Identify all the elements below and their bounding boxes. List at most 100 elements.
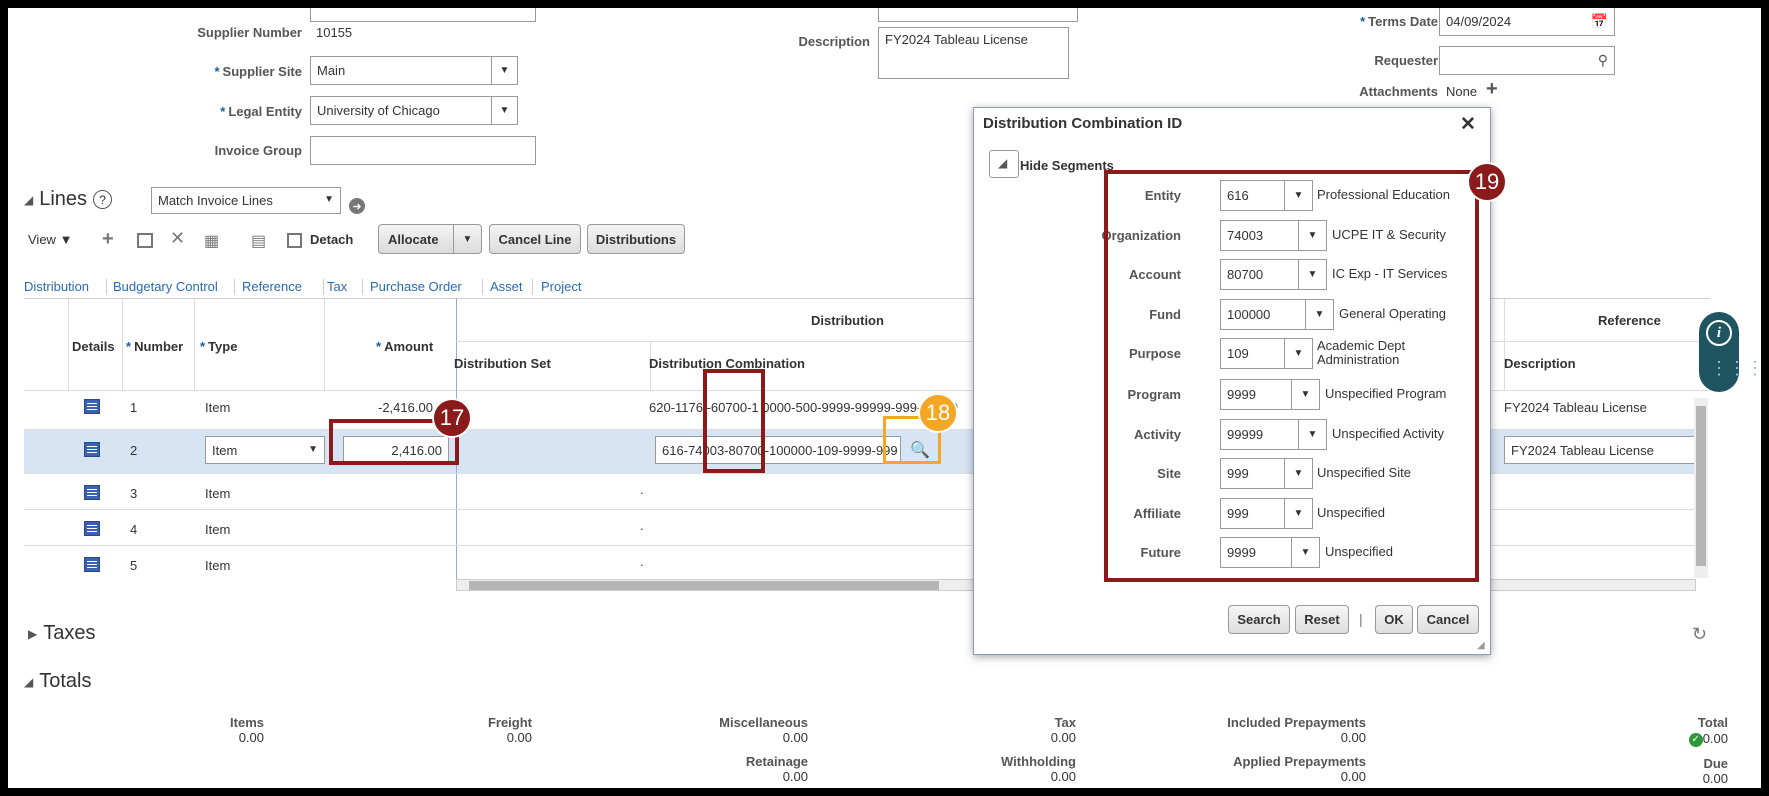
tab-divider (106, 279, 107, 295)
supplier-field-partial[interactable] (310, 8, 536, 22)
invoice-page: Supplier Number 10155 * Supplier Site Mai… (8, 8, 1761, 788)
info-icon[interactable]: i (1706, 320, 1732, 346)
applied-prepayments-label: Applied Prepayments (1233, 754, 1366, 769)
supplier-site-select[interactable]: Main ▼ (310, 56, 518, 85)
applied-prepayments-value: 0.00 (1340, 769, 1366, 784)
hide-segments-label[interactable]: Hide Segments (1020, 158, 1114, 173)
reset-button[interactable]: Reset (1295, 605, 1349, 634)
retainage-value: 0.00 (782, 769, 808, 784)
invoice-group-input[interactable] (310, 136, 536, 165)
ok-button[interactable]: OK (1375, 605, 1413, 634)
add-attachment-icon[interactable]: + (1486, 78, 1498, 101)
view-menu[interactable]: View ▼ (28, 232, 72, 247)
row-type-select[interactable]: Item ▼ (205, 436, 325, 464)
requester-input[interactable]: ⚲ (1439, 46, 1615, 75)
collapse-triangle-icon[interactable]: ◢ (24, 193, 33, 207)
tab-purchase-order[interactable]: Purchase Order (370, 279, 462, 294)
search-icon[interactable]: ⚲ (1598, 52, 1608, 69)
taxes-section-title[interactable]: ▶ Taxes (28, 622, 95, 645)
type-field-partial[interactable] (878, 8, 1078, 22)
lines-section-title[interactable]: ◢ Lines ? (24, 188, 113, 211)
search-button[interactable]: Search (1228, 605, 1290, 634)
group-header-reference: Reference (1598, 313, 1661, 328)
due-label: Due (1703, 756, 1728, 771)
tab-budgetary-control[interactable]: Budgetary Control (113, 279, 218, 294)
totals-section-title[interactable]: ◢ Totals (24, 670, 91, 693)
detach-label[interactable]: Detach (310, 232, 353, 247)
refresh-icon[interactable]: ↻ (1692, 624, 1707, 645)
row-combination-input[interactable]: 616-74003-80700-100000-109-9999-999 (655, 436, 901, 464)
row-amount: -2,416.00 (378, 400, 433, 415)
distributions-button[interactable]: Distributions (587, 224, 685, 254)
add-icon[interactable]: + (102, 228, 114, 251)
total-value: ✓ 0.00 (1608, 731, 1728, 747)
tab-distribution[interactable]: Distribution (24, 279, 89, 294)
step-badge-18: 18 (918, 393, 958, 433)
detach-icon[interactable] (287, 233, 302, 248)
tab-divider (482, 279, 483, 295)
chevron-down-icon[interactable]: ▼ (491, 97, 517, 124)
scrollbar-thumb[interactable] (1696, 406, 1706, 566)
items-label: Items (230, 715, 264, 730)
help-icon[interactable]: ? (93, 190, 113, 209)
details-icon[interactable] (84, 442, 100, 457)
row-type: Item (205, 486, 231, 501)
allocate-button[interactable]: Allocate ▼ (378, 224, 482, 254)
tab-tax[interactable]: Tax (327, 279, 347, 294)
freeze-icon[interactable]: ▤ (251, 231, 266, 251)
chevron-down-icon[interactable]: ▼ (453, 225, 481, 253)
legal-entity-select[interactable]: University of Chicago ▼ (310, 96, 518, 125)
expand-triangle-icon[interactable]: ▶ (28, 627, 37, 641)
details-icon[interactable] (84, 557, 100, 572)
terms-date-label: * Terms Date (1360, 14, 1438, 29)
row-combination: . (640, 518, 644, 533)
collapse-triangle-icon[interactable]: ◢ (24, 675, 33, 689)
row-description-input[interactable]: FY2024 Tableau License (1504, 436, 1696, 464)
match-invoice-lines-select[interactable]: Match Invoice Lines ▼ (151, 187, 341, 214)
tax-label: Tax (1054, 715, 1076, 730)
requester-label: Requester (1374, 53, 1438, 68)
table-grid-icon[interactable]: ▦ (204, 231, 219, 251)
calendar-icon[interactable]: 📅 (1591, 13, 1608, 30)
description-textarea[interactable]: FY2024 Tableau License (878, 27, 1069, 79)
cancel-line-button[interactable]: Cancel Line (489, 224, 581, 254)
apps-grid-icon[interactable]: ⋮⋮⋮ (1710, 358, 1761, 379)
button-separator: | (1359, 611, 1363, 627)
col-line (122, 299, 123, 391)
duplicate-icon[interactable] (137, 233, 153, 248)
attachments-label: Attachments (1359, 84, 1438, 99)
included-prepayments-label: Included Prepayments (1227, 715, 1366, 730)
hide-segments-toggle[interactable]: ◢ (989, 150, 1019, 178)
row-number: 4 (130, 522, 138, 537)
details-icon[interactable] (84, 485, 100, 500)
row-type: Item (205, 522, 231, 537)
go-icon[interactable]: ➜ (349, 198, 365, 214)
attachments-value: None (1446, 84, 1478, 99)
withholding-label: Withholding (1001, 754, 1076, 769)
details-icon[interactable] (84, 399, 100, 414)
delete-icon[interactable]: ✕ (170, 228, 185, 249)
misc-value: 0.00 (782, 730, 808, 745)
supplier-number-value: 10155 (316, 25, 353, 40)
step-badge-19: 19 (1467, 162, 1507, 202)
tab-divider (532, 279, 533, 295)
misc-label: Miscellaneous (719, 715, 808, 730)
terms-date-input[interactable]: 04/09/2024 📅 (1439, 8, 1615, 36)
info-panel[interactable]: i ⋮⋮⋮ (1699, 312, 1761, 392)
details-icon[interactable] (84, 521, 100, 536)
col-line (324, 299, 325, 391)
tab-project[interactable]: Project (541, 279, 581, 294)
row-number: 5 (130, 558, 138, 573)
retainage-label: Retainage (745, 754, 808, 769)
close-icon[interactable]: ✕ (1460, 113, 1476, 136)
vertical-scrollbar[interactable] (1694, 398, 1708, 578)
cancel-button[interactable]: Cancel (1417, 605, 1479, 634)
resize-grip-icon[interactable]: ◢ (1477, 640, 1485, 651)
tab-asset[interactable]: Asset (490, 279, 523, 294)
col-distribution-set: Distribution Set (454, 356, 551, 371)
row-number: 1 (130, 400, 138, 415)
tab-reference[interactable]: Reference (242, 279, 302, 294)
col-description: Description (1504, 356, 1576, 371)
chevron-down-icon[interactable]: ▼ (491, 57, 517, 84)
scrollbar-thumb[interactable] (469, 581, 939, 590)
